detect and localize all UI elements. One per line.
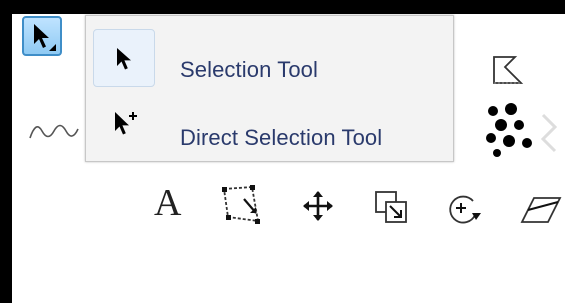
type-tool-icon[interactable]: A <box>154 183 181 223</box>
move-crosshair-icon[interactable] <box>302 190 334 222</box>
wave-curve-icon[interactable] <box>28 118 88 144</box>
direct-selection-arrow-icon <box>112 108 142 140</box>
flyout-item-selection-tool[interactable]: Selection Tool <box>86 24 453 88</box>
flyout-item-direct-selection-tool[interactable]: Direct Selection Tool <box>86 90 453 154</box>
halftone-pattern-icon[interactable] <box>483 103 565 163</box>
free-transform-icon[interactable] <box>220 183 264 227</box>
selection-tool-button[interactable] <box>22 16 62 56</box>
tool-flyout-menu: Selection Tool Direct Selection Tool <box>85 15 454 162</box>
lasso-polygon-icon[interactable] <box>491 54 525 88</box>
resize-box-icon[interactable] <box>374 190 408 224</box>
selection-tool-label: Selection Tool <box>180 57 318 82</box>
selection-arrow-icon <box>114 46 136 74</box>
shear-icon[interactable] <box>520 192 565 228</box>
direct-selection-tool-label: Direct Selection Tool <box>180 125 383 150</box>
selection-tool-icon <box>30 22 58 52</box>
rotate-zoom-icon[interactable] <box>445 191 485 227</box>
